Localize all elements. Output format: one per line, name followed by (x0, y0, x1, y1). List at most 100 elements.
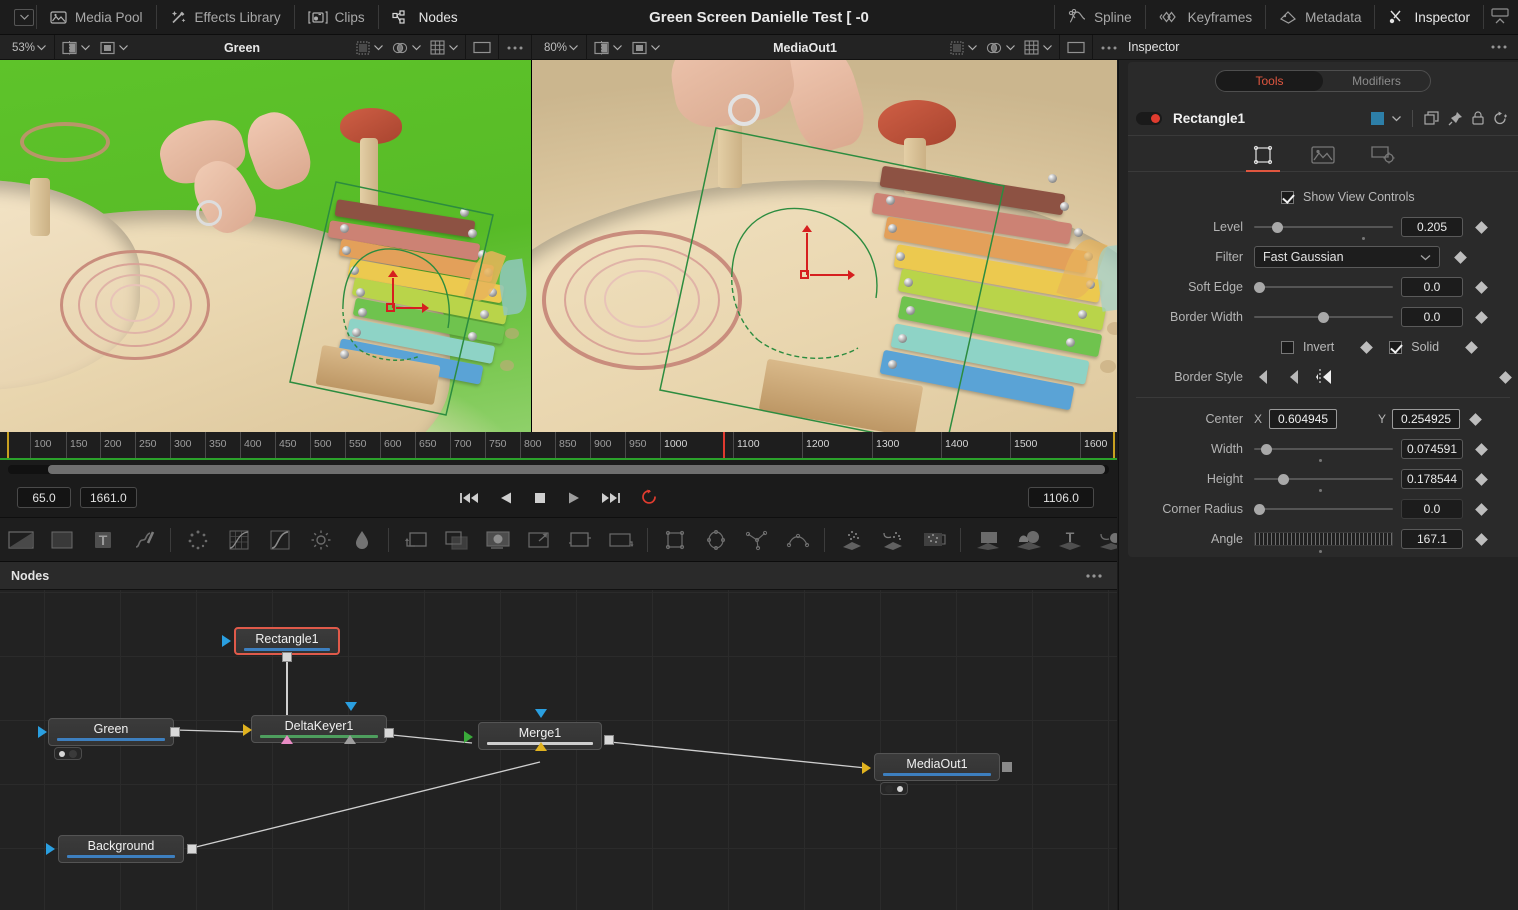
node-output-port-mediaout1[interactable] (1002, 762, 1012, 772)
border-width-slider[interactable] (1254, 309, 1393, 325)
height-slider[interactable] (1254, 471, 1393, 492)
play-forward-button[interactable] (567, 491, 581, 505)
node-solid-matte-port[interactable] (281, 735, 293, 744)
checker-background-icon[interactable] (41, 518, 82, 561)
more-options-icon[interactable] (506, 45, 524, 51)
color-corrector-icon[interactable] (259, 518, 300, 561)
gradient-icon[interactable] (0, 518, 41, 561)
node-input-port-green[interactable] (38, 726, 47, 738)
viewer-layout-icon[interactable] (632, 41, 647, 55)
viewer-right-zoom-control[interactable]: 80% (532, 42, 586, 54)
collapse-panel-button[interactable] (1486, 0, 1518, 35)
invert-keyframe-button[interactable] (1360, 340, 1374, 354)
checker-icon[interactable] (356, 41, 370, 55)
color-channel-icon[interactable] (392, 40, 408, 55)
metadata-button[interactable]: Metadata (1268, 0, 1372, 35)
bspline-mask-icon[interactable] (777, 518, 818, 561)
node-output-port-green[interactable] (170, 727, 180, 737)
checker-icon[interactable] (950, 41, 964, 55)
solid-keyframe-button[interactable] (1465, 340, 1478, 354)
node-green[interactable]: Green (48, 718, 174, 746)
node-output-port-rectangle1[interactable] (282, 652, 292, 662)
border-style-option-1[interactable] (1254, 368, 1272, 386)
pin-icon[interactable] (1448, 111, 1463, 126)
grid-overlay-icon[interactable] (1024, 40, 1039, 55)
color-drop-icon[interactable] (341, 518, 382, 561)
last-frame-button[interactable] (601, 491, 621, 505)
horizontal-scrollbar-track[interactable] (8, 465, 1109, 474)
width-keyframe-button[interactable] (1475, 442, 1488, 456)
soft-edge-slider[interactable] (1254, 279, 1393, 295)
border-style-option-2[interactable] (1285, 368, 1303, 386)
node-output-port-deltakeyer1[interactable] (384, 728, 394, 738)
slider-knob[interactable] (1254, 503, 1265, 515)
viewer-right[interactable] (531, 60, 1117, 432)
level-slider[interactable] (1254, 219, 1393, 240)
node-media-indicator-mediaout1[interactable] (880, 782, 908, 795)
height-keyframe-button[interactable] (1475, 472, 1488, 486)
fit-frame-icon[interactable] (1067, 41, 1085, 54)
soft-edge-keyframe-button[interactable] (1475, 280, 1488, 294)
particle-merge-icon[interactable] (913, 518, 954, 561)
node-background[interactable]: Background (58, 835, 184, 863)
corner-radius-keyframe-button[interactable] (1475, 502, 1488, 516)
render-start-field[interactable]: 65.0 (17, 487, 71, 508)
spline-button[interactable]: Spline (1057, 0, 1143, 35)
corner-radius-slider[interactable] (1254, 501, 1393, 517)
loop-button[interactable] (641, 489, 659, 506)
node-foreground-input-merge1[interactable] (535, 709, 547, 718)
angle-dial[interactable] (1254, 532, 1393, 546)
horizontal-scrollbar-thumb[interactable] (48, 465, 1105, 474)
keyframes-button[interactable]: Keyframes (1148, 0, 1264, 35)
chevron-down-icon[interactable] (1392, 114, 1401, 123)
nodes-button[interactable]: Nodes (381, 0, 469, 35)
ellipse-mask-icon[interactable] (695, 518, 736, 561)
resize-icon[interactable] (518, 518, 559, 561)
filter-keyframe-button[interactable] (1454, 250, 1467, 264)
slider-knob[interactable] (1254, 281, 1265, 293)
text-tool-icon[interactable]: T (82, 518, 123, 561)
first-frame-button[interactable] (459, 491, 479, 505)
panel-toggle-button[interactable] (14, 8, 34, 26)
brightness-contrast-icon[interactable] (300, 518, 341, 561)
node-effect-mask-port[interactable] (344, 735, 356, 744)
angle-keyframe-button[interactable] (1475, 532, 1488, 546)
viewer-left-zoom-control[interactable]: 53% (0, 42, 54, 54)
node-garbage-matte-port[interactable] (345, 702, 357, 711)
fit-frame-icon[interactable] (473, 41, 491, 54)
image-tab-icon[interactable] (1306, 139, 1340, 171)
level-value[interactable]: 0.205 (1401, 217, 1463, 237)
border-style-keyframe-button[interactable] (1499, 370, 1512, 384)
tool-enable-toggle[interactable] (1136, 111, 1162, 125)
angle-value[interactable]: 167.1 (1401, 529, 1463, 549)
slider-knob[interactable] (1260, 443, 1272, 455)
color-channel-icon[interactable] (986, 40, 1002, 55)
more-options-icon[interactable] (1100, 45, 1118, 51)
tab-tools[interactable]: Tools (1216, 71, 1323, 91)
paint-tool-icon[interactable] (123, 518, 164, 561)
soft-edge-value[interactable]: 0.0 (1401, 277, 1463, 297)
node-graph[interactable]: Rectangle1 Green DeltaKeyer1 Merge1 Medi… (0, 590, 1117, 910)
border-width-keyframe-button[interactable] (1475, 310, 1488, 324)
show-view-controls-checkbox[interactable] (1281, 190, 1294, 204)
current-frame-field[interactable]: 1106.0 (1028, 487, 1094, 508)
3d-shape-icon[interactable] (1008, 518, 1049, 561)
viewer-left[interactable] (0, 60, 531, 432)
inspector-more-options-icon[interactable] (1490, 44, 1518, 50)
center-x-field[interactable]: 0.604945 (1269, 409, 1338, 429)
stop-button[interactable] (533, 491, 547, 505)
lock-icon[interactable] (1471, 110, 1485, 126)
width-value[interactable]: 0.074591 (1401, 439, 1463, 459)
width-slider[interactable] (1254, 441, 1393, 462)
mask-paint-icon[interactable] (477, 518, 518, 561)
render-end-field[interactable]: 1661.0 (80, 487, 137, 508)
node-output-port-merge1[interactable] (604, 735, 614, 745)
grid-overlay-icon[interactable] (430, 40, 445, 55)
node-effect-mask-merge1[interactable] (535, 742, 547, 751)
slider-knob[interactable] (1277, 473, 1289, 485)
clips-button[interactable]: Clips (297, 0, 376, 35)
color-swatch[interactable] (1371, 111, 1384, 125)
viewer-layout-icon[interactable] (100, 41, 115, 55)
node-background-input-merge1[interactable] (464, 731, 473, 743)
node-media-indicator-green[interactable] (54, 747, 82, 760)
